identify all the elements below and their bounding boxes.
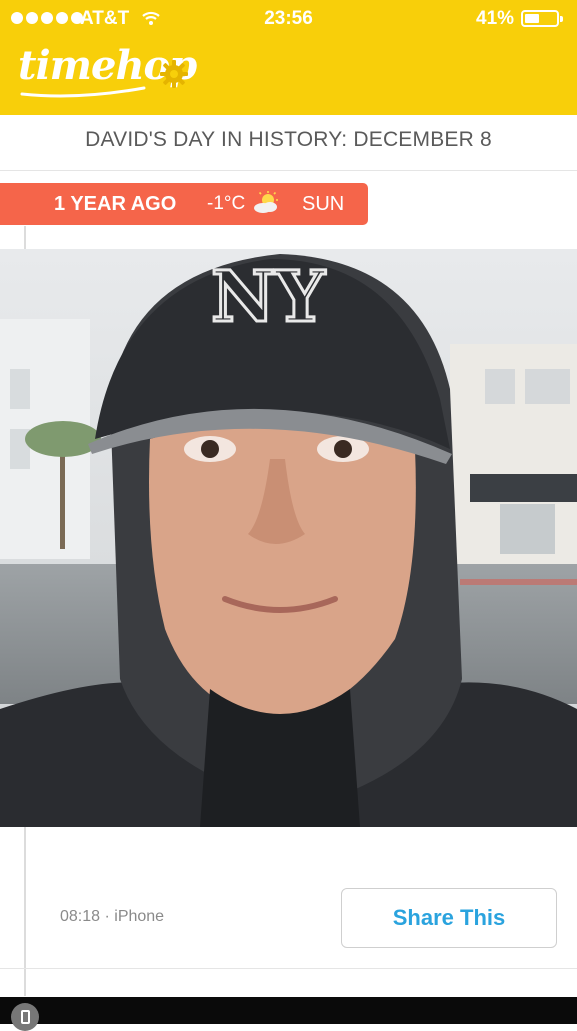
divider [0, 968, 577, 969]
day-of-week: SUN [302, 193, 345, 215]
bottom-bar [0, 997, 577, 1024]
temperature: -1°C [207, 193, 246, 214]
post-meta: 08:18 · iPhone [60, 908, 165, 925]
battery-percent: 41% [476, 8, 515, 29]
divider [0, 170, 577, 171]
page-title: DAVID'S DAY IN HISTORY: DECEMBER 8 [85, 128, 492, 151]
years-ago-label: 1 YEAR AGO [54, 193, 177, 215]
share-button[interactable]: Share This [341, 888, 557, 948]
status-bar: AT&T 23:56 41% [0, 0, 577, 38]
app-header: AT&T 23:56 41% timehop [0, 0, 577, 115]
post-photo[interactable]: NY [0, 249, 577, 827]
years-ago-banner: 1 YEAR AGO -1°C SUN [0, 183, 368, 225]
phone-icon [11, 1003, 39, 1031]
svg-text:NY: NY [211, 255, 326, 338]
partly-cloudy-icon [252, 191, 280, 221]
logo-swoosh-icon [20, 86, 146, 98]
gear-icon[interactable] [158, 58, 190, 95]
battery-icon [521, 10, 563, 27]
